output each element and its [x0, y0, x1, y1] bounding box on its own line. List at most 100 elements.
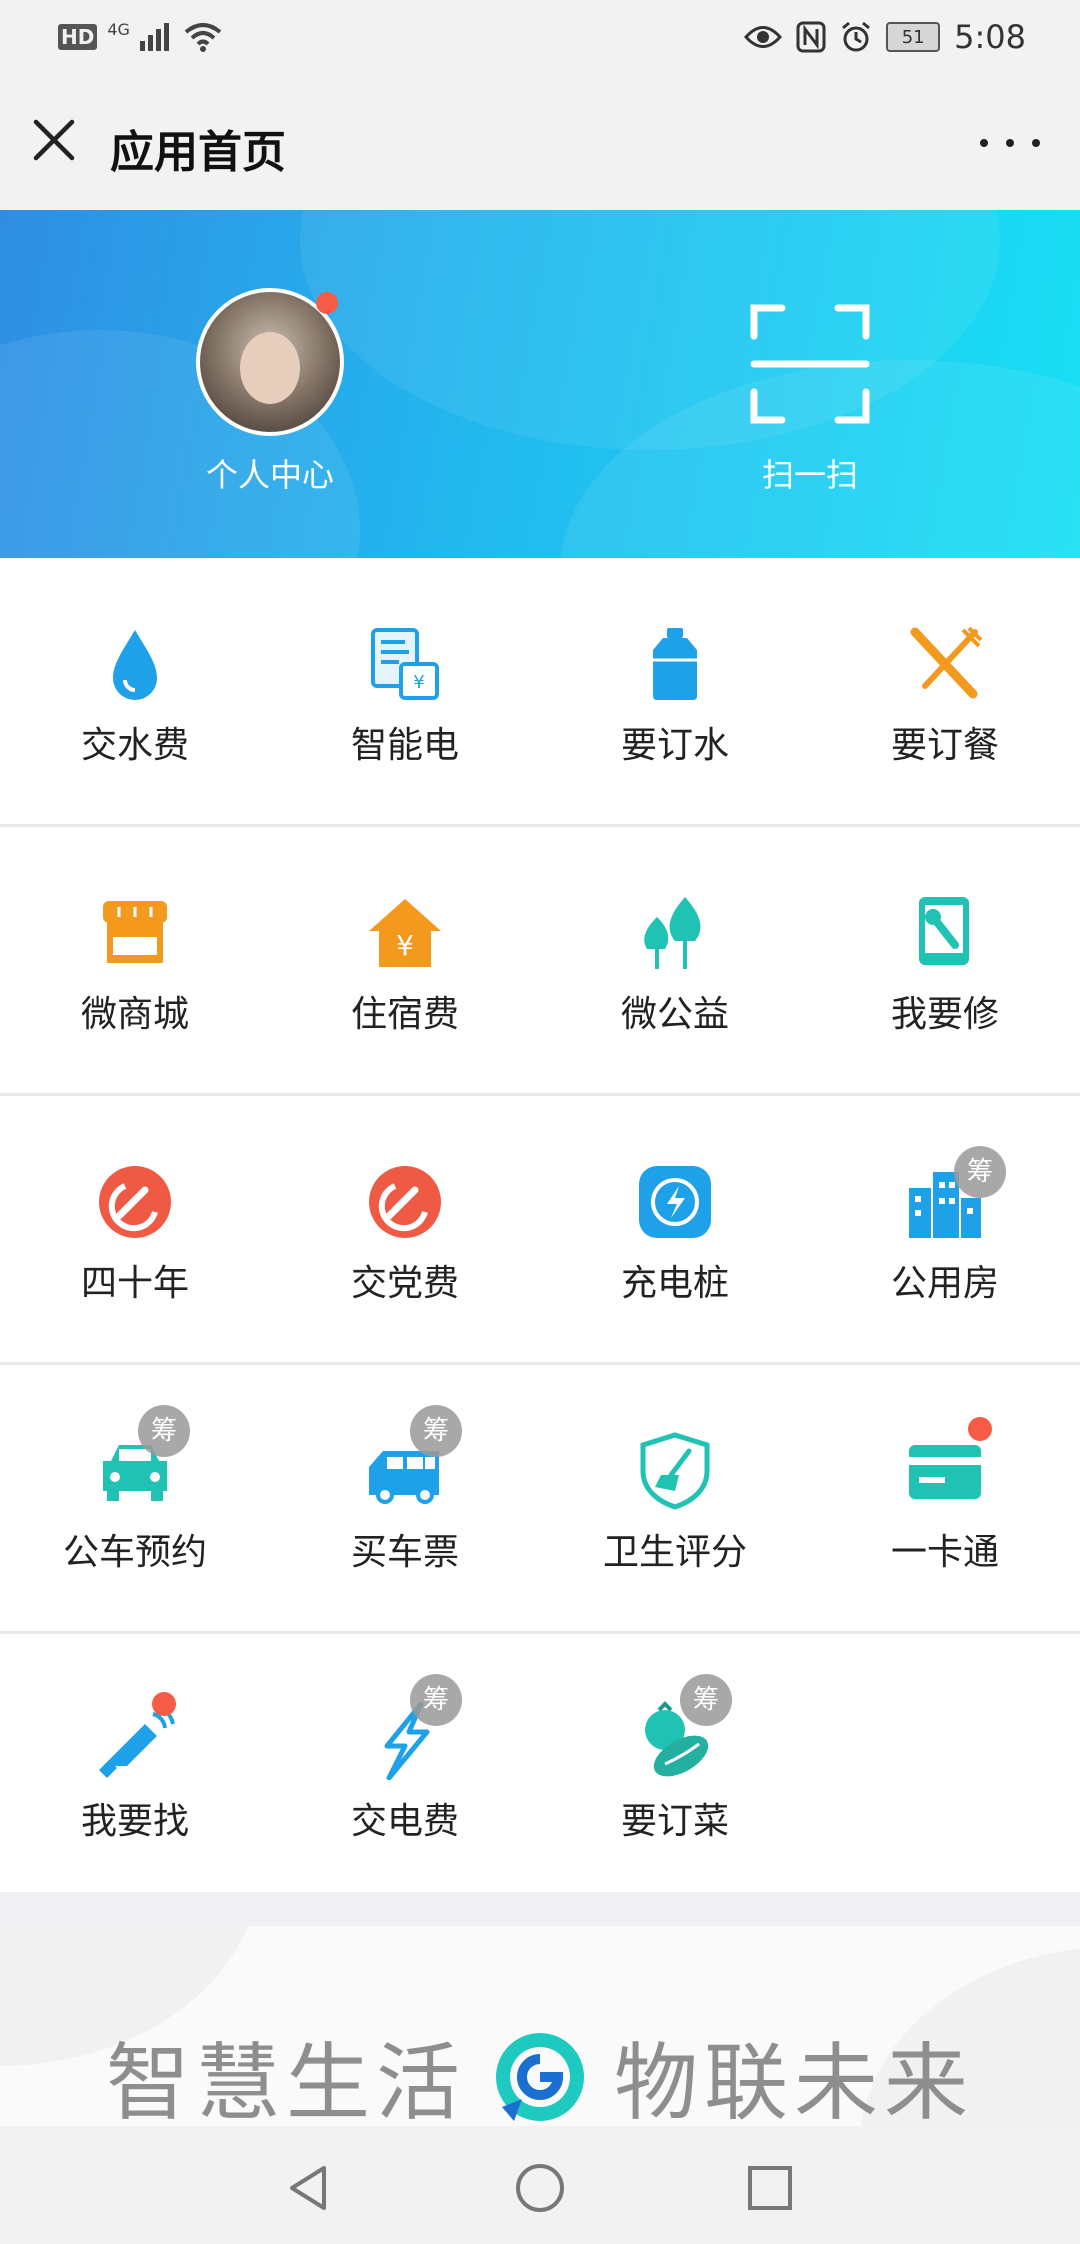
repair-icon — [919, 897, 969, 965]
alarm-icon — [842, 21, 871, 52]
app-row: 四十年 交党费 充电桩 筹 公用房 — [0, 1096, 1080, 1365]
battery-icon: 51 — [886, 22, 941, 52]
app-label: 一卡通 — [890, 1532, 999, 1573]
app-forty-years[interactable]: 四十年 — [0, 1096, 270, 1362]
section-gap — [0, 1892, 1080, 1926]
slogan-left: 智慧生活 — [105, 2034, 466, 2126]
app-find[interactable]: 我要找 — [0, 1634, 270, 1900]
app-label: 我要找 — [80, 1801, 189, 1842]
app-label: 充电桩 — [620, 1263, 729, 1304]
scan-label: 扫一扫 — [761, 456, 858, 494]
app-electric-fee[interactable]: 筹 交电费 — [270, 1634, 540, 1900]
party-emblem-icon — [369, 1166, 441, 1238]
notification-dot — [316, 292, 338, 314]
pending-badge: 筹 — [138, 1405, 190, 1457]
app-label: 公车预约 — [62, 1532, 207, 1573]
empty-cell — [810, 1634, 1080, 1900]
close-icon[interactable] — [26, 112, 82, 168]
app-label: 要订餐 — [890, 725, 999, 766]
pending-badge: 筹 — [954, 1146, 1006, 1198]
app-label: 要订菜 — [620, 1801, 729, 1842]
status-right: 51 5:08 — [744, 18, 1026, 56]
app-charity[interactable]: 微公益 — [540, 827, 810, 1093]
pending-badge: 筹 — [410, 1405, 462, 1457]
pending-badge: 筹 — [410, 1674, 462, 1726]
app-buy-ticket[interactable]: 筹 买车票 — [270, 1365, 540, 1631]
app-public-housing[interactable]: 筹 公用房 — [810, 1096, 1080, 1362]
bill-icon: ¥ — [371, 628, 439, 700]
app-order-vegetable[interactable]: 筹 要订菜 — [540, 1634, 810, 1900]
footer-slogan-banner: 智慧生活 物联未来 — [0, 1926, 1080, 2126]
slogan: 智慧生活 物联未来 — [0, 2016, 1080, 2126]
svg-text:¥: ¥ — [413, 672, 424, 693]
party-emblem-icon — [99, 1166, 171, 1238]
more-dot — [980, 139, 988, 147]
app-water-fee[interactable]: 交水费 — [0, 558, 270, 824]
app-label: 交电费 — [350, 1801, 459, 1842]
app-charging-pile[interactable]: 充电桩 — [540, 1096, 810, 1362]
app-hygiene-score[interactable]: 卫生评分 — [540, 1365, 810, 1631]
app-row: 交水费 ¥ 智能电 要订水 要订餐 — [0, 558, 1080, 827]
app-lodging-fee[interactable]: ¥ 住宿费 — [270, 827, 540, 1093]
avatar-wrap — [196, 288, 344, 436]
charging-icon — [639, 1166, 711, 1238]
app-label: 交党费 — [350, 1263, 459, 1304]
more-dot — [1006, 139, 1014, 147]
utensils-icon — [910, 626, 983, 699]
app-party-fee[interactable]: 交党费 — [270, 1096, 540, 1362]
app-label: 我要修 — [890, 994, 999, 1035]
app-label: 交水费 — [80, 725, 189, 766]
notification-dot — [152, 1692, 176, 1716]
eye-icon — [744, 26, 783, 48]
svg-text:¥: ¥ — [396, 929, 414, 962]
clock: 5:08 — [954, 18, 1026, 56]
brand-logo-icon — [496, 2032, 584, 2121]
slogan-right: 物联未来 — [614, 2034, 975, 2126]
app-repair[interactable]: 我要修 — [810, 827, 1080, 1093]
more-dot — [1032, 139, 1040, 147]
app-label: 要订水 — [620, 725, 729, 766]
page-title: 应用首页 — [110, 127, 286, 178]
app-label: 四十年 — [80, 1263, 189, 1304]
app-row: 微商城 ¥ 住宿费 微公益 我要修 — [0, 827, 1080, 1096]
system-nav-bar — [0, 2126, 1080, 2244]
notification-dot — [968, 1417, 992, 1441]
app-label: 住宿费 — [350, 994, 459, 1035]
signal-icon — [139, 23, 169, 51]
more-icon[interactable] — [980, 118, 1040, 168]
hd-icon: HD — [58, 24, 98, 50]
app-car-booking[interactable]: 筹 公车预约 — [0, 1365, 270, 1631]
house-yen-icon: ¥ — [369, 899, 441, 967]
back-icon[interactable] — [282, 2160, 338, 2216]
avatar-face — [240, 332, 300, 404]
home-icon[interactable] — [512, 2160, 568, 2216]
water-drop-icon — [113, 630, 157, 700]
scan-icon — [750, 304, 870, 424]
app-label: 公用房 — [890, 1263, 999, 1304]
app-smart-electric[interactable]: ¥ 智能电 — [270, 558, 540, 824]
shop-icon — [103, 901, 167, 963]
app-order-meal[interactable]: 要订餐 — [810, 558, 1080, 824]
app-grid: 交水费 ¥ 智能电 要订水 要订餐 微商城 ¥ 住宿费 微公益 我要修 四十年 … — [0, 558, 1080, 1903]
status-bar: HD 4G 51 5:08 — [0, 0, 1080, 80]
app-label: 智能电 — [350, 725, 459, 766]
app-micro-mall[interactable]: 微商城 — [0, 827, 270, 1093]
app-label: 微公益 — [620, 994, 729, 1035]
nfc-icon — [796, 21, 826, 53]
banner: 个人中心 扫一扫 — [0, 210, 1080, 558]
profile-center-button[interactable]: 个人中心 — [160, 288, 380, 496]
trees-icon — [644, 897, 701, 969]
network-type: 4G — [107, 19, 130, 39]
recents-icon[interactable] — [742, 2160, 798, 2216]
profile-center-label: 个人中心 — [205, 456, 334, 494]
app-order-water[interactable]: 要订水 — [540, 558, 810, 824]
app-label: 卫生评分 — [602, 1532, 747, 1573]
water-bottle-icon — [653, 628, 697, 700]
pending-badge: 筹 — [680, 1674, 732, 1726]
scan-button[interactable]: 扫一扫 — [700, 288, 920, 496]
app-campus-card[interactable]: 一卡通 — [810, 1365, 1080, 1631]
app-label: 买车票 — [350, 1532, 459, 1573]
shield-broom-icon — [640, 1432, 710, 1510]
app-row: 筹 公车预约 筹 买车票 卫生评分 一卡通 — [0, 1365, 1080, 1634]
status-left: HD 4G — [58, 19, 222, 52]
